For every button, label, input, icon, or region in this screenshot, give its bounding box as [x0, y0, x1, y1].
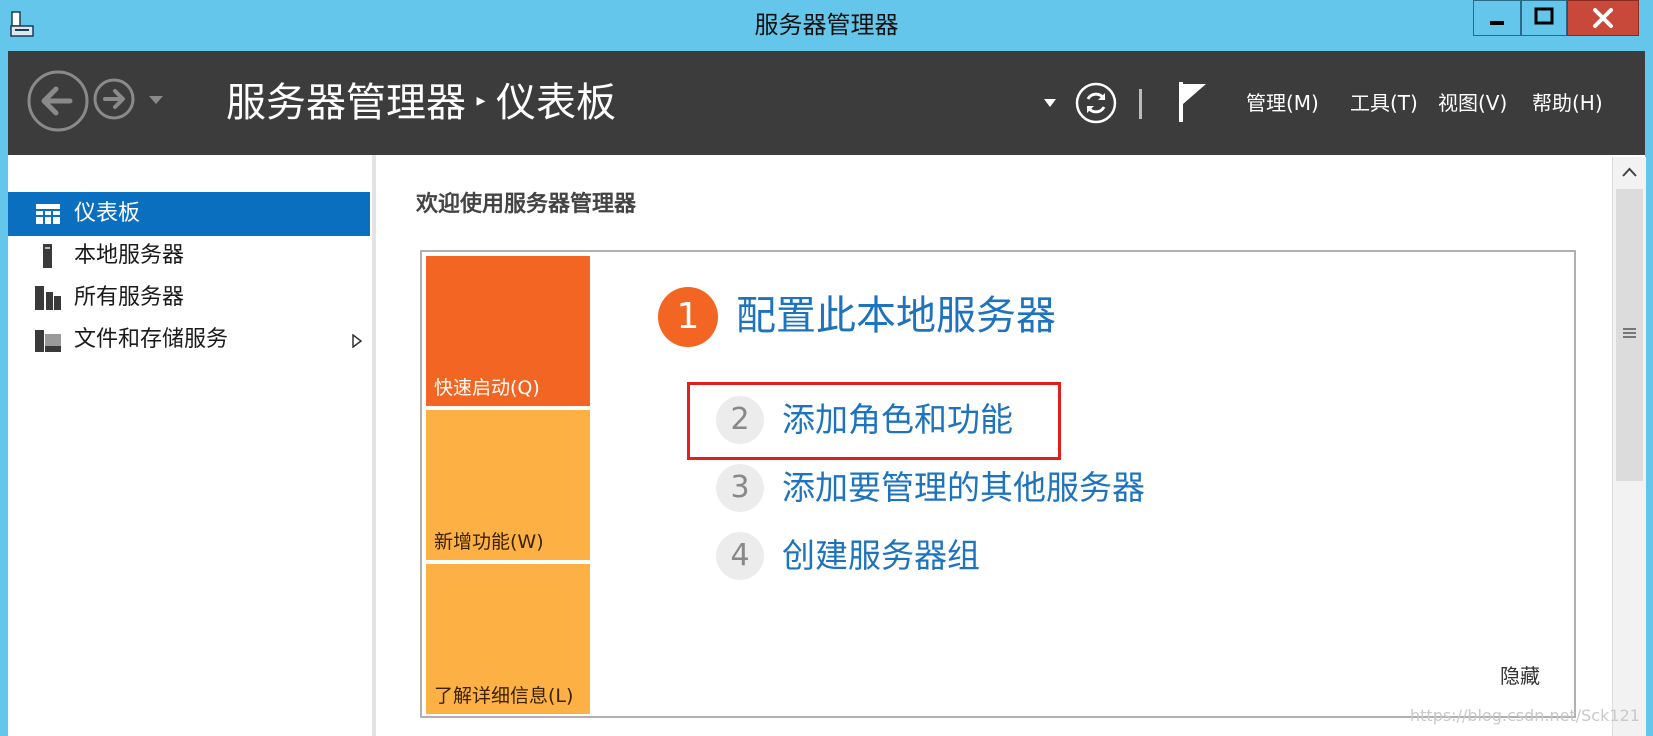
step-link-add-other-servers[interactable]: 添加要管理的其他服务器 — [782, 464, 1145, 512]
servers-icon — [35, 286, 61, 310]
tile-quick-start[interactable]: 快速启动(Q) — [426, 256, 590, 406]
breadcrumb: 服务器管理器 ▸ 仪表板 — [226, 51, 616, 155]
sidebar: 仪表板 本地服务器 所有服务器 文件和存储服务 — [8, 155, 372, 736]
step-number-badge: 4 — [716, 532, 764, 580]
sidebar-item-dashboard[interactable]: 仪表板 — [8, 192, 370, 236]
chevron-right-icon[interactable] — [352, 334, 362, 348]
storage-icon — [35, 330, 61, 352]
sidebar-item-label: 本地服务器 — [74, 243, 185, 268]
tile-learn-more[interactable]: 了解详细信息(L) — [426, 564, 590, 714]
scroll-up-arrow-icon[interactable] — [1613, 157, 1646, 187]
close-button[interactable] — [1567, 0, 1639, 36]
app-header: 服务器管理器 ▸ 仪表板 管理(M) 工具(T) 视图(V) 帮助(H) — [8, 51, 1645, 155]
notification-flag-icon[interactable] — [1176, 82, 1208, 122]
step-link-create-server-group[interactable]: 创建服务器组 — [782, 532, 980, 580]
scroll-grip-icon — [1623, 328, 1636, 338]
menu-help[interactable]: 帮助(H) — [1532, 51, 1603, 155]
window-title: 服务器管理器 — [754, 11, 899, 39]
server-icon — [43, 244, 52, 268]
tile-label: 快速启动(Q) — [434, 377, 540, 399]
sidebar-divider — [372, 155, 376, 736]
sidebar-item-file-storage[interactable]: 文件和存储服务 — [8, 318, 370, 362]
scroll-thumb[interactable] — [1616, 189, 1643, 481]
vertical-scrollbar[interactable] — [1612, 157, 1646, 736]
breadcrumb-root[interactable]: 服务器管理器 — [226, 80, 466, 126]
header-divider — [1139, 89, 1142, 119]
maximize-button[interactable] — [1521, 0, 1567, 36]
sidebar-item-label: 仪表板 — [74, 201, 141, 226]
menu-view[interactable]: 视图(V) — [1438, 51, 1507, 155]
step-link-configure-local-server[interactable]: 配置此本地服务器 — [736, 284, 1056, 348]
minimize-button[interactable] — [1473, 0, 1521, 36]
maximize-icon — [1534, 7, 1554, 25]
breadcrumb-dropdown-icon[interactable] — [1044, 99, 1056, 107]
tile-whats-new[interactable]: 新增功能(W) — [426, 410, 590, 560]
sidebar-item-label: 所有服务器 — [74, 285, 185, 310]
window-frame-right — [1645, 51, 1653, 736]
hide-link[interactable]: 隐藏 — [1500, 660, 1540, 689]
welcome-heading: 欢迎使用服务器管理器 — [416, 192, 637, 217]
close-icon — [1593, 8, 1613, 28]
history-dropdown-icon[interactable] — [148, 95, 164, 105]
breadcrumb-separator: ▸ — [476, 90, 486, 111]
forward-arrow-icon[interactable] — [92, 77, 136, 121]
welcome-panel: 快速启动(Q) 新增功能(W) 了解详细信息(L) 1 配置此本地服务器 2 添… — [420, 250, 1576, 718]
sidebar-item-label: 文件和存储服务 — [74, 327, 229, 352]
menu-tools[interactable]: 工具(T) — [1350, 51, 1418, 155]
refresh-icon[interactable] — [1075, 82, 1117, 124]
menu-manage[interactable]: 管理(M) — [1246, 51, 1319, 155]
tile-label: 新增功能(W) — [434, 531, 544, 553]
window-frame-left — [0, 51, 8, 736]
sidebar-item-all-servers[interactable]: 所有服务器 — [8, 276, 370, 320]
minimize-icon — [1490, 21, 1504, 25]
sidebar-item-local-server[interactable]: 本地服务器 — [8, 234, 370, 278]
dashboard-grid-icon — [36, 204, 60, 224]
annotation-highlight-box — [687, 382, 1061, 460]
step-number-badge: 1 — [658, 287, 718, 347]
back-arrow-icon[interactable] — [26, 69, 90, 133]
title-bar: 服务器管理器 — [0, 0, 1653, 51]
tile-label: 了解详细信息(L) — [434, 685, 574, 707]
breadcrumb-current: 仪表板 — [496, 80, 616, 126]
watermark-text: https://blog.csdn.net/Sck121 — [1410, 706, 1640, 725]
step-number-badge: 3 — [716, 464, 764, 512]
